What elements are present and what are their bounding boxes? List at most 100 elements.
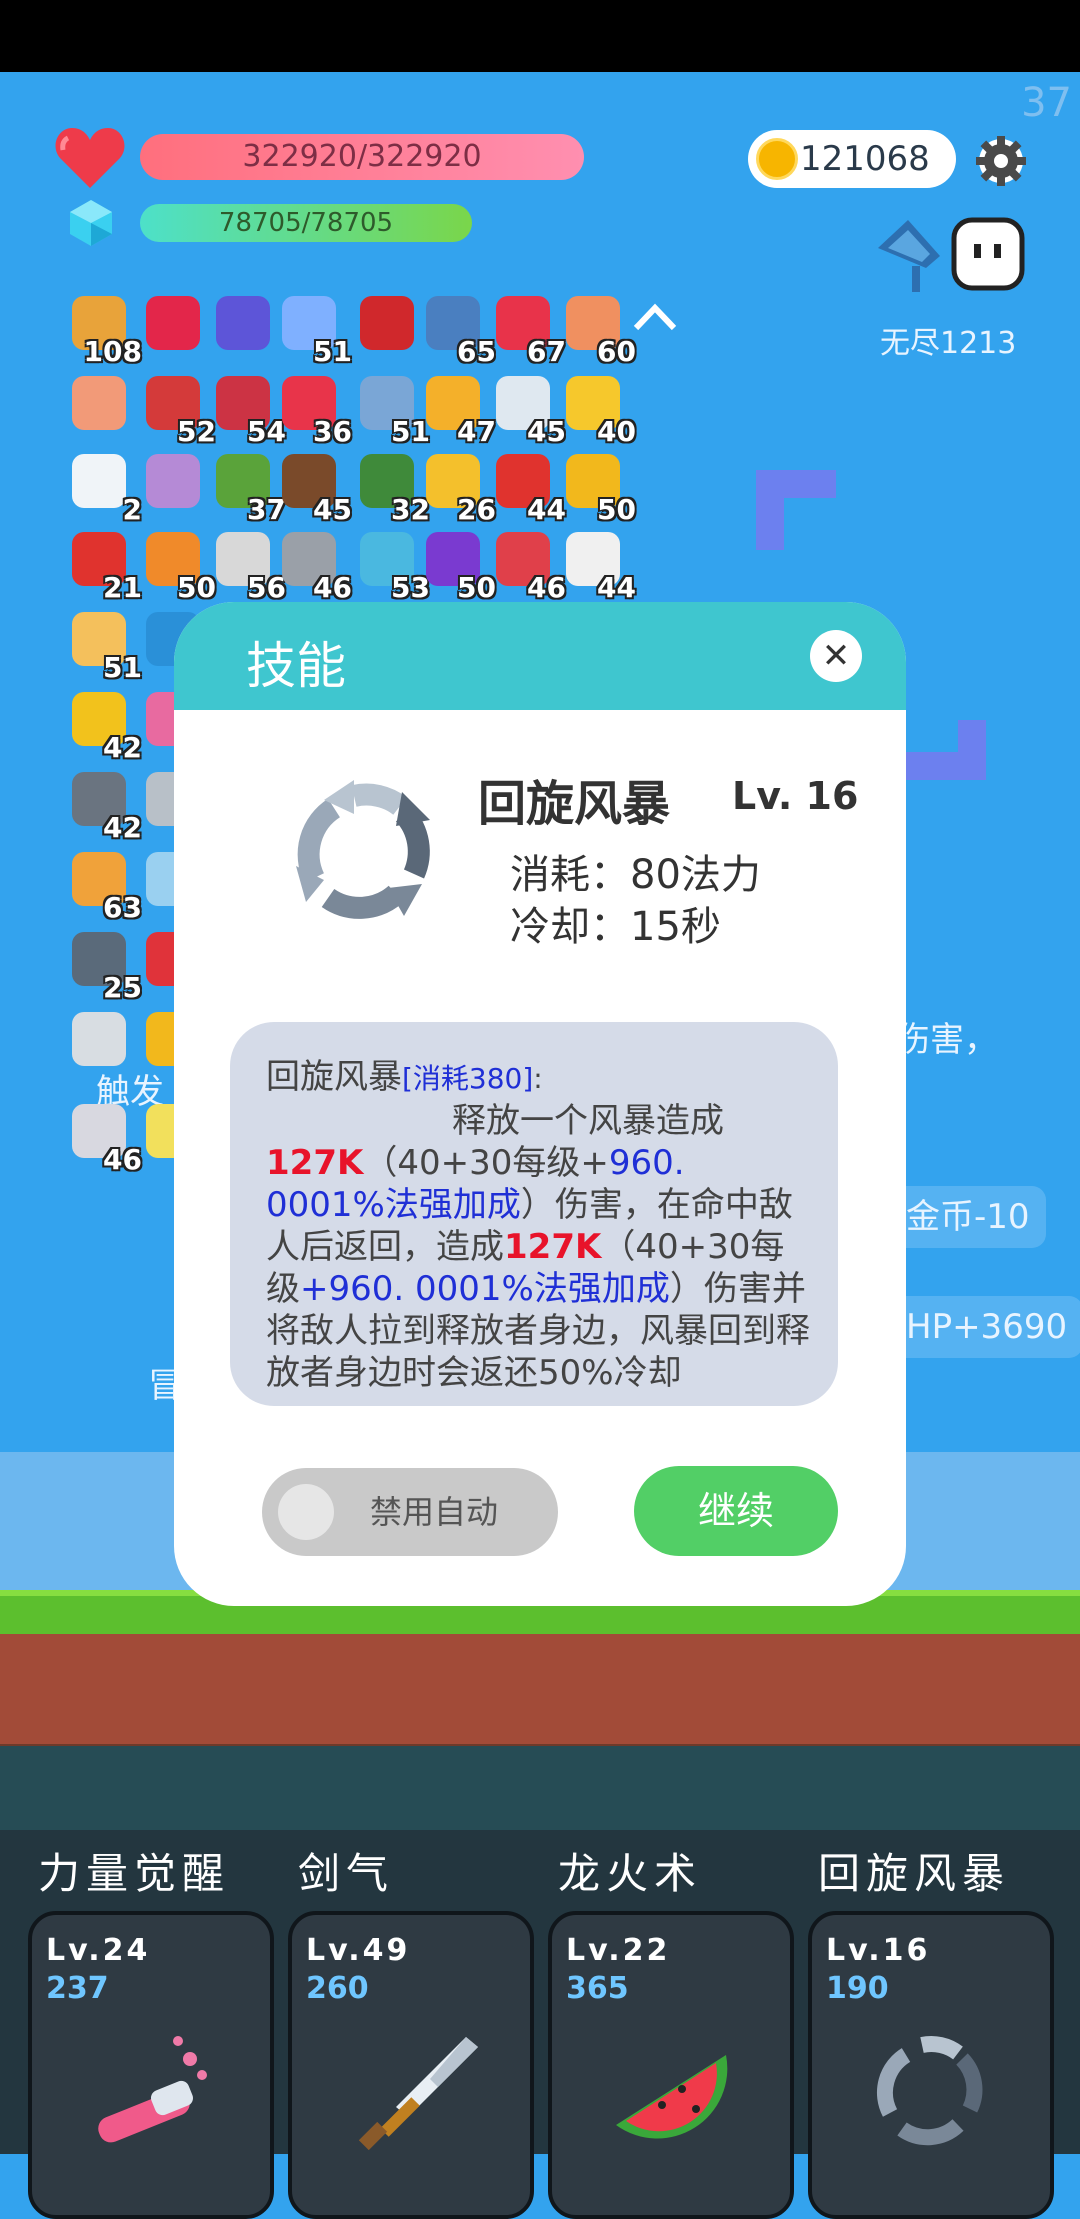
skill-dialog: 技能 ✕ 回旋风暴 Lv. 16 消耗：80法力 冷却：15秒 回旋风暴[消耗3… <box>174 602 906 1606</box>
item-slot[interactable]: 25 <box>66 926 142 1004</box>
coin-icon <box>756 138 798 180</box>
item-slot[interactable] <box>140 290 212 362</box>
hp-bar: 322920/322920 <box>140 134 584 180</box>
coin-counter: 121068 <box>748 130 956 188</box>
item-slot[interactable] <box>140 448 212 520</box>
item-slot[interactable]: 67 <box>490 290 566 368</box>
item-slot[interactable]: 26 <box>420 448 496 526</box>
whirlwind-icon <box>296 780 430 919</box>
item-count: 42 <box>103 811 142 844</box>
item-count: 108 <box>83 335 142 368</box>
item-count: 21 <box>103 571 142 604</box>
skill-slot-name: 剑气 <box>298 1849 395 1898</box>
disable-auto-toggle[interactable]: 禁用自动 <box>262 1468 558 1556</box>
item-slot[interactable]: 50 <box>140 526 216 604</box>
item-slot[interactable]: 50 <box>420 526 496 604</box>
potion-tube-icon <box>98 2036 207 2143</box>
item-slot[interactable]: 51 <box>354 370 430 448</box>
item-slot[interactable]: 60 <box>560 290 636 368</box>
skill-slot-name: 力量觉醒 <box>38 1849 231 1898</box>
item-count: 60 <box>597 335 636 368</box>
item-slot[interactable]: 63 <box>66 846 142 924</box>
skill-slot[interactable]: 剑气 Lv.49 260 <box>288 1840 538 2219</box>
item-count: 45 <box>313 493 352 526</box>
cloud-white-icon <box>72 454 126 508</box>
dialog-header: 技能 ✕ <box>174 602 906 710</box>
desc-damage-2: 127K <box>504 1227 602 1267</box>
item-slot[interactable] <box>66 370 138 442</box>
item-slot[interactable]: 45 <box>276 448 352 526</box>
item-slot[interactable]: 51 <box>276 290 352 368</box>
skill-slot[interactable]: 龙火术 Lv.22 365 <box>548 1840 798 2219</box>
item-slot[interactable]: 108 <box>66 290 142 368</box>
heart-icon <box>55 128 125 188</box>
item-slot[interactable]: 44 <box>560 526 636 604</box>
item-slot[interactable]: 54 <box>210 370 286 448</box>
item-count: 46 <box>313 571 352 604</box>
item-count: 42 <box>103 731 142 764</box>
crown-icon <box>72 376 126 430</box>
item-slot[interactable]: 46 <box>276 526 352 604</box>
item-count: 63 <box>103 891 142 924</box>
item-slot[interactable]: 32 <box>354 448 430 526</box>
skill-card[interactable]: Lv.16 190 <box>808 1911 1054 2219</box>
item-slot[interactable]: 46 <box>490 526 566 604</box>
chevron-up-icon[interactable] <box>630 296 680 336</box>
skill-description: 回旋风暴[消耗380]: 释放一个风暴造成 127K（40+30每级+960. … <box>266 1056 812 1394</box>
item-slot[interactable]: 47 <box>420 370 496 448</box>
item-slot[interactable]: 65 <box>420 290 496 368</box>
item-slot[interactable] <box>354 290 426 362</box>
desc-colon: : <box>533 1062 543 1095</box>
item-slot[interactable]: 2 <box>66 448 142 526</box>
skill-slot-level: Lv.16 <box>826 1933 931 1968</box>
mana-cost: 消耗：80法力 <box>510 852 761 898</box>
target-marker <box>906 720 986 780</box>
item-slot[interactable]: 44 <box>490 448 566 526</box>
skill-slot-cost: 365 <box>566 1971 629 2006</box>
desc-tag: [消耗380] <box>402 1062 534 1095</box>
skill-slot-name: 龙火术 <box>558 1849 703 1898</box>
item-slot[interactable]: 21 <box>66 526 142 604</box>
item-slot[interactable] <box>210 290 282 362</box>
item-slot[interactable]: 42 <box>66 766 142 844</box>
skill-card[interactable]: Lv.49 260 <box>288 1911 534 2219</box>
item-count: 36 <box>313 415 352 448</box>
whirlwind-icon <box>876 2036 983 2146</box>
damage-text: 伤害， <box>896 1020 998 1060</box>
skill-slot-level: Lv.24 <box>46 1933 151 1968</box>
item-slot[interactable]: 52 <box>140 370 216 448</box>
toggle-label: 禁用自动 <box>370 1493 499 1531</box>
target-marker <box>756 470 836 550</box>
close-button[interactable]: ✕ <box>810 630 862 682</box>
magnet-icon <box>360 296 414 350</box>
skill-slot[interactable]: 回旋风暴 Lv.16 190 <box>808 1840 1058 2219</box>
skill-card[interactable]: Lv.22 365 <box>548 1911 794 2219</box>
skill-slot[interactable]: 力量觉醒 Lv.24 237 <box>28 1840 278 2219</box>
item-slot[interactable]: 53 <box>354 526 430 604</box>
item-count: 25 <box>103 971 142 1004</box>
item-count: 50 <box>597 493 636 526</box>
description-box: 回旋风暴[消耗380]: 释放一个风暴造成 127K（40+30每级+960. … <box>230 1022 838 1406</box>
continue-button[interactable]: 继续 <box>634 1466 838 1556</box>
item-slot[interactable]: 50 <box>560 448 636 526</box>
item-slot[interactable]: 45 <box>490 370 566 448</box>
hp-change-pill: HP+3690 <box>890 1296 1080 1358</box>
settings-gear-icon[interactable] <box>972 132 1030 190</box>
wizard-hat-icon <box>216 296 270 350</box>
toggle-knob[interactable] <box>278 1484 334 1540</box>
skill-slot-name: 回旋风暴 <box>818 1849 1011 1898</box>
item-slot[interactable] <box>66 1006 138 1078</box>
item-slot[interactable]: 37 <box>210 448 286 526</box>
item-slot[interactable]: 42 <box>66 686 142 764</box>
skill-slot-cost: 190 <box>826 1971 889 2006</box>
item-slot[interactable]: 46 <box>66 1098 142 1176</box>
skill-card[interactable]: Lv.24 237 <box>28 1911 274 2219</box>
item-slot[interactable]: 36 <box>276 370 352 448</box>
dirt <box>0 1634 1080 1756</box>
skill-slot-level: Lv.22 <box>566 1933 671 1968</box>
coin-value: 121068 <box>800 139 930 179</box>
skill-level: Lv. 16 <box>732 774 859 818</box>
item-slot[interactable]: 40 <box>560 370 636 448</box>
item-slot[interactable]: 56 <box>210 526 286 604</box>
item-slot[interactable]: 51 <box>66 606 142 684</box>
